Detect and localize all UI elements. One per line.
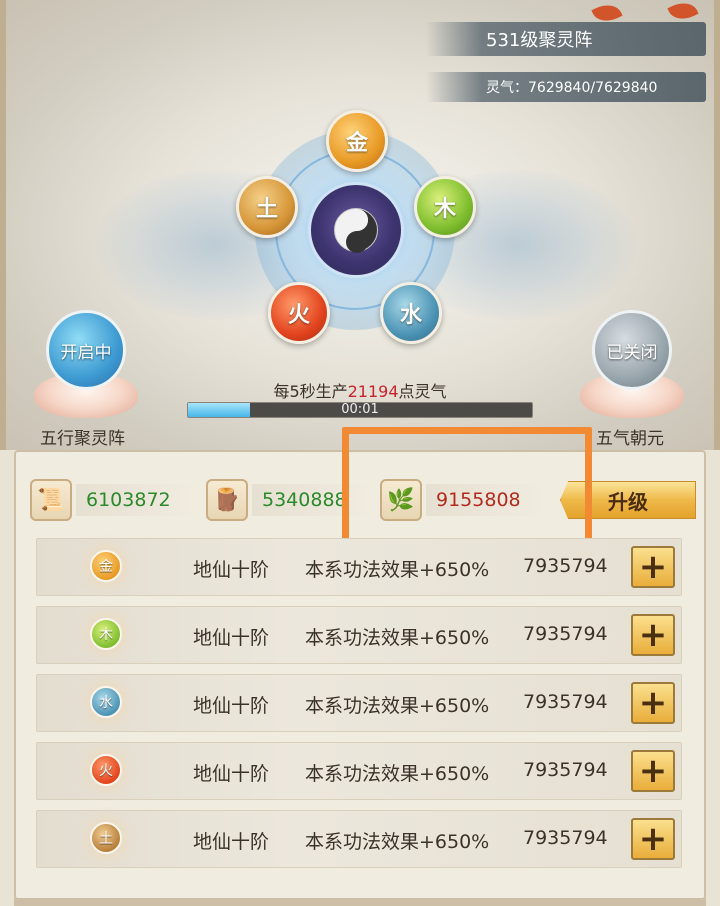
production-suffix: 点灵气	[398, 382, 447, 401]
add-gold-button[interactable]: +	[631, 546, 675, 588]
maple-leaf-icon	[667, 0, 699, 25]
water-element-icon: 水	[90, 686, 122, 718]
element-water-label: 水	[399, 303, 422, 328]
element-orb-gold[interactable]: 金	[326, 110, 388, 172]
row-value: 7935794	[523, 623, 608, 645]
wood-logs-icon: 🪵	[206, 479, 248, 521]
panel-bottom-trim	[14, 898, 706, 906]
row-element-label: 火	[99, 763, 113, 779]
row-value: 7935794	[523, 555, 608, 577]
plus-icon: +	[638, 751, 668, 791]
wuxing-array-status: 开启中	[60, 342, 112, 363]
earth-element-icon: 土	[90, 822, 122, 854]
add-fire-button[interactable]: +	[631, 750, 675, 792]
row-rank: 地仙十阶	[193, 559, 270, 581]
add-wood-button[interactable]: +	[631, 614, 675, 656]
row-rank: 地仙十阶	[193, 627, 270, 649]
fire-element-icon: 火	[90, 754, 122, 786]
highlight-box	[342, 427, 592, 554]
upgrade-label: 升级	[608, 489, 648, 514]
row-effect: 本系功法效果+650%	[305, 763, 490, 785]
wuxing-array-name: 五行聚灵阵	[40, 429, 125, 449]
element-row-fire: 火 地仙十阶 本系功法效果+650% 7935794 +	[36, 742, 682, 800]
wood-element-icon: 木	[90, 618, 122, 650]
gold-element-icon: 金	[90, 550, 122, 582]
wuqi-array-status: 已关闭	[606, 342, 658, 363]
element-row-wood: 木 地仙十阶 本系功法效果+650% 7935794 +	[36, 606, 682, 664]
resource-scroll: 📜 6103872	[30, 478, 196, 522]
element-wood-label: 木	[433, 197, 456, 222]
element-orb-fire[interactable]: 火	[268, 282, 330, 344]
formation-level-title: 531级聚灵阵	[426, 22, 706, 56]
row-element-label: 水	[99, 695, 113, 711]
production-timer: 00:01	[341, 402, 379, 417]
plus-icon: +	[638, 683, 668, 723]
row-effect: 本系功法效果+650%	[305, 627, 490, 649]
row-element-label: 土	[99, 831, 113, 847]
element-fire-label: 火	[287, 303, 310, 328]
resource-scroll-value: 6103872	[76, 484, 196, 516]
row-effect: 本系功法效果+650%	[305, 831, 490, 853]
taiji-orb[interactable]	[308, 182, 404, 278]
yinyang-icon	[334, 208, 378, 253]
production-progress-bar: 00:01	[187, 402, 533, 418]
qi-amount-text: 灵气：7629840/7629840	[486, 80, 658, 96]
plus-icon: +	[638, 547, 668, 587]
row-rank: 地仙十阶	[193, 831, 270, 853]
element-earth-label: 土	[255, 197, 278, 222]
row-element-label: 金	[99, 559, 113, 575]
row-rank: 地仙十阶	[193, 763, 270, 785]
row-effect: 本系功法效果+650%	[305, 695, 490, 717]
element-row-water: 水 地仙十阶 本系功法效果+650% 7935794 +	[36, 674, 682, 732]
element-orb-wood[interactable]: 木	[414, 176, 476, 238]
add-water-button[interactable]: +	[631, 682, 675, 724]
row-value: 7935794	[523, 759, 608, 781]
formation-level-text: 531级聚灵阵	[486, 30, 593, 51]
plus-icon: +	[638, 615, 668, 655]
production-amount: 21194	[347, 382, 399, 401]
production-prefix: 每5秒生产	[273, 382, 348, 401]
element-gold-label: 金	[345, 131, 368, 156]
row-value: 7935794	[523, 827, 608, 849]
row-rank: 地仙十阶	[193, 695, 270, 717]
scroll-icon: 📜	[30, 479, 72, 521]
element-row-earth: 土 地仙十阶 本系功法效果+650% 7935794 +	[36, 810, 682, 868]
element-orb-water[interactable]: 水	[380, 282, 442, 344]
row-effect: 本系功法效果+650%	[305, 559, 490, 581]
element-row-gold: 金 地仙十阶 本系功法效果+650% 7935794 +	[36, 538, 682, 596]
row-element-label: 木	[99, 627, 113, 643]
plus-icon: +	[638, 819, 668, 859]
production-rate: 每5秒生产21194点灵气	[0, 378, 720, 402]
wuqi-array-name: 五气朝元	[596, 429, 664, 449]
row-value: 7935794	[523, 691, 608, 713]
element-orb-earth[interactable]: 土	[236, 176, 298, 238]
add-earth-button[interactable]: +	[631, 818, 675, 860]
qi-amount-banner: 灵气：7629840/7629840	[426, 72, 706, 102]
